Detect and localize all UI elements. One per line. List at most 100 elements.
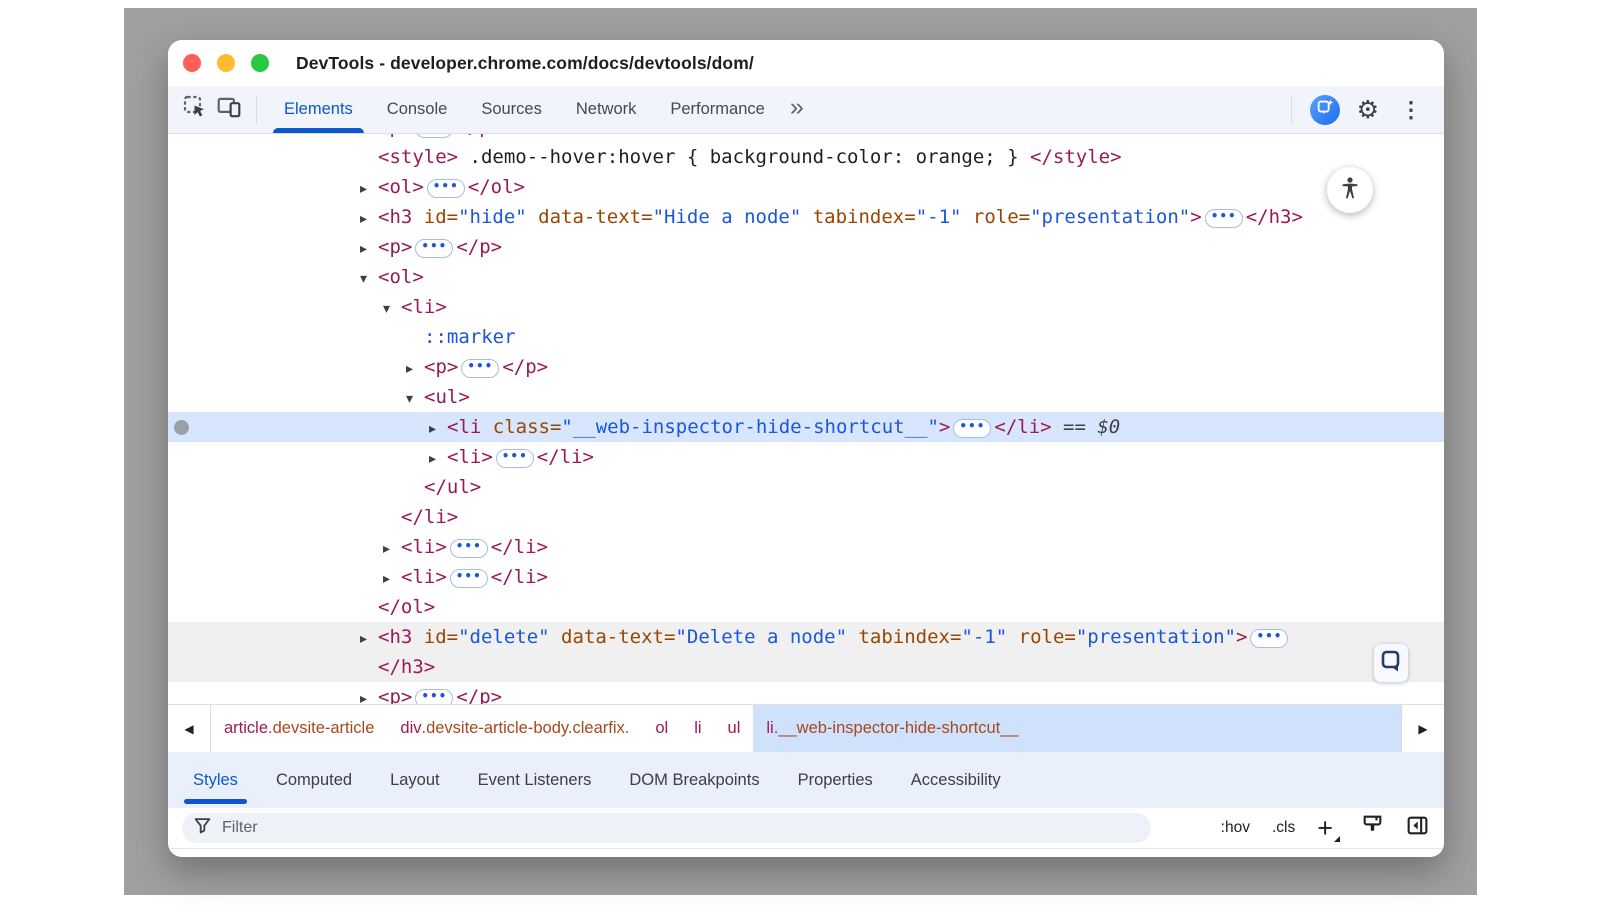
inline-expand-button[interactable]: ••• bbox=[1205, 209, 1243, 228]
devtools-menu-button[interactable]: ⋮ bbox=[1388, 97, 1432, 123]
sidebar-tab-styles[interactable]: Styles bbox=[174, 752, 257, 808]
dom-node-row[interactable]: </h3> bbox=[168, 652, 1444, 682]
token-tag: </h3> bbox=[1246, 206, 1303, 228]
ai-assistance-button[interactable] bbox=[1310, 95, 1340, 125]
token-tag: </style> bbox=[1030, 146, 1122, 168]
inspect-element-button[interactable] bbox=[178, 93, 212, 127]
dom-node-row[interactable]: ▸<p>•••</p> bbox=[168, 352, 1444, 382]
dom-node-row[interactable]: ▸<li>•••</li> bbox=[168, 532, 1444, 562]
sidebar-tab-accessibility[interactable]: Accessibility bbox=[892, 752, 1020, 808]
sidebar-tab-layout[interactable]: Layout bbox=[371, 752, 459, 808]
disclosure-triangle[interactable]: ▸ bbox=[360, 204, 378, 234]
inline-expand-button[interactable]: ••• bbox=[415, 239, 453, 258]
disclosure-triangle[interactable]: ▸ bbox=[383, 564, 401, 594]
breadcrumb-scroll-left-button[interactable]: ◀ bbox=[168, 705, 211, 752]
disclosure-triangle[interactable]: ▾ bbox=[360, 264, 378, 294]
disclosure-triangle[interactable]: ▸ bbox=[383, 534, 401, 564]
inline-expand-button[interactable]: ••• bbox=[496, 449, 534, 468]
dom-node-row[interactable]: ::marker bbox=[168, 322, 1444, 352]
disclosure-triangle[interactable]: ▸ bbox=[360, 684, 378, 704]
dom-node-row[interactable]: ▸<p>•••</p> bbox=[168, 232, 1444, 262]
panel-tab-sources[interactable]: Sources bbox=[464, 86, 559, 133]
inline-expand-button[interactable]: ••• bbox=[450, 569, 488, 588]
dom-node-row[interactable]: ▸<p>•••</p> bbox=[168, 682, 1444, 704]
disclosure-triangle[interactable]: ▸ bbox=[429, 414, 447, 444]
dom-node-row[interactable]: ▸<h3 id="hide" data-text="Hide a node" t… bbox=[168, 202, 1444, 232]
token-tag: <h3 bbox=[378, 626, 412, 648]
inline-expand-button[interactable]: ••• bbox=[415, 134, 453, 138]
disclosure-triangle[interactable]: ▸ bbox=[429, 444, 447, 474]
inline-expand-button[interactable]: ••• bbox=[427, 179, 465, 198]
disclosure-triangle[interactable]: ▾ bbox=[383, 294, 401, 324]
dom-node-row[interactable]: ▸<li class="__web-inspector-hide-shortcu… bbox=[168, 412, 1444, 442]
disclosure-triangle[interactable]: ▸ bbox=[360, 174, 378, 204]
panel-tab-network[interactable]: Network bbox=[559, 86, 654, 133]
dom-node-row[interactable]: </ul> bbox=[168, 472, 1444, 502]
rendering-emulations-button[interactable] bbox=[1360, 813, 1385, 843]
inline-expand-button[interactable]: ••• bbox=[1250, 629, 1288, 648]
breadcrumb-item-article[interactable]: article.devsite-article bbox=[211, 705, 387, 752]
dom-node-row[interactable]: ▸<p>•••</p> bbox=[168, 134, 1444, 142]
inline-expand-button[interactable]: ••• bbox=[461, 359, 499, 378]
token-tag: </p> bbox=[456, 236, 502, 258]
settings-gear-button[interactable]: ⚙ bbox=[1348, 97, 1388, 122]
dom-node-row[interactable]: </li> bbox=[168, 502, 1444, 532]
more-tabs-button[interactable]: » bbox=[782, 95, 812, 120]
dom-node-row[interactable]: ▾<li> bbox=[168, 292, 1444, 322]
breadcrumb-item-ul[interactable]: ul bbox=[715, 705, 754, 752]
new-rule-dropdown-corner bbox=[1334, 836, 1340, 842]
dom-node-row[interactable]: ▸<li>•••</li> bbox=[168, 562, 1444, 592]
token-val: "-1" bbox=[961, 626, 1007, 648]
token-tag: </ol> bbox=[468, 176, 525, 198]
sidebar-tab-dom-breakpoints[interactable]: DOM Breakpoints bbox=[610, 752, 778, 808]
breadcrumb-item-div[interactable]: div.devsite-article-body.clearfix. bbox=[387, 705, 642, 752]
breadcrumb-item-ol[interactable]: ol bbox=[642, 705, 681, 752]
zoom-window-button[interactable] bbox=[251, 54, 269, 72]
token-tag: </li> bbox=[491, 536, 548, 558]
styles-filter-input[interactable] bbox=[220, 818, 1139, 838]
disclosure-triangle[interactable]: ▾ bbox=[406, 384, 424, 414]
token-tag: > bbox=[939, 416, 950, 438]
token-attr: id= bbox=[412, 626, 458, 648]
dom-node-row[interactable]: ▸<li>•••</li> bbox=[168, 442, 1444, 472]
breadcrumb-item-li[interactable]: li.__web-inspector-hide-shortcut__ bbox=[753, 705, 1401, 752]
ai-assistance-float-button[interactable] bbox=[1374, 644, 1408, 682]
dom-node-row[interactable]: ▾<ul> bbox=[168, 382, 1444, 412]
token-tag: </h3> bbox=[378, 656, 435, 678]
token-tag: > bbox=[1236, 626, 1247, 648]
token-val: "__web-inspector-hide-shortcut__" bbox=[561, 416, 939, 438]
dom-node-row[interactable]: </ol> bbox=[168, 592, 1444, 622]
devtools-window: DevTools - developer.chrome.com/docs/dev… bbox=[168, 40, 1444, 857]
accessibility-widget-button[interactable] bbox=[1327, 167, 1373, 213]
panel-tab-elements[interactable]: Elements bbox=[267, 86, 370, 133]
crumb-tag: div bbox=[400, 719, 421, 738]
breadcrumb-scroll-right-button[interactable]: ▶ bbox=[1401, 705, 1444, 752]
sidebar-tab-properties[interactable]: Properties bbox=[779, 752, 892, 808]
sidebar-tab-event-listeners[interactable]: Event Listeners bbox=[459, 752, 611, 808]
sidebar-tab-computed[interactable]: Computed bbox=[257, 752, 371, 808]
accessibility-person-icon bbox=[1337, 175, 1363, 206]
inline-expand-button[interactable]: ••• bbox=[415, 689, 453, 704]
disclosure-triangle[interactable]: ▸ bbox=[360, 234, 378, 264]
panel-tab-performance[interactable]: Performance bbox=[653, 86, 781, 133]
panel-tab-console[interactable]: Console bbox=[370, 86, 465, 133]
inline-expand-button[interactable]: ••• bbox=[953, 419, 991, 438]
toggle-sidebar-button[interactable] bbox=[1405, 813, 1430, 843]
token-tag: <p> bbox=[378, 236, 412, 258]
dom-node-row[interactable]: ▸<ol>•••</ol> bbox=[168, 172, 1444, 202]
element-classes-button[interactable]: .cls bbox=[1272, 819, 1295, 837]
toggle-element-state-button[interactable]: :hov bbox=[1221, 819, 1250, 837]
close-window-button[interactable] bbox=[183, 54, 201, 72]
toggle-device-toolbar-button[interactable] bbox=[212, 93, 246, 127]
minimize-window-button[interactable] bbox=[217, 54, 235, 72]
dom-node-row[interactable]: ▾<ol> bbox=[168, 262, 1444, 292]
dom-node-row[interactable]: <style> .demo--hover:hover { background-… bbox=[168, 142, 1444, 172]
dom-node-row[interactable]: ▸<h3 id="delete" data-text="Delete a nod… bbox=[168, 622, 1444, 652]
breadcrumb-item-li[interactable]: li bbox=[681, 705, 714, 752]
styles-filter-field[interactable] bbox=[182, 813, 1151, 843]
token-tag: </p> bbox=[456, 686, 502, 704]
disclosure-triangle[interactable]: ▸ bbox=[406, 354, 424, 384]
disclosure-triangle[interactable]: ▸ bbox=[360, 624, 378, 654]
new-style-rule-button[interactable]: + bbox=[1317, 815, 1340, 842]
inline-expand-button[interactable]: ••• bbox=[450, 539, 488, 558]
